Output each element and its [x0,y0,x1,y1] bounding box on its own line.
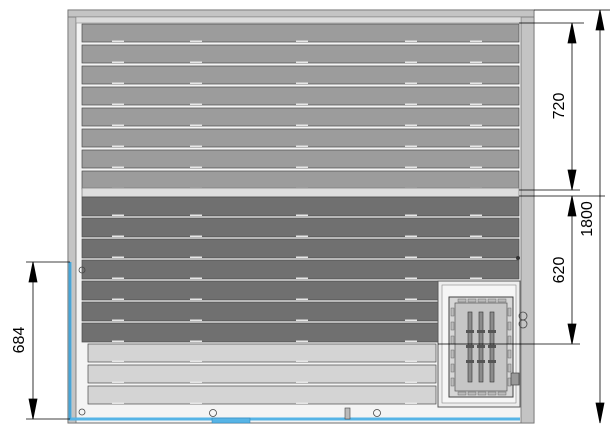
lower-bench-slat [81,259,520,280]
floor-slat [87,364,437,384]
upper-bench-slat [81,44,520,64]
floor-slat [87,385,437,405]
upper-bench-slat [81,170,520,190]
dimension-684-label: 684 [11,327,28,354]
dimension-720-label: 720 [551,93,568,120]
floor-slat [87,343,437,363]
sauna-plan-drawing: 720 620 1800 684 [11,9,610,424]
upper-bench-slat [81,86,520,106]
upper-bench-slat [81,128,520,148]
floor-slats [87,343,482,405]
dimension-620-label: 620 [551,257,568,284]
upper-bench-slat [81,65,520,85]
lower-bench-slat [81,238,520,259]
upper-bench-slat [81,149,520,169]
bench-rail [81,187,520,198]
lower-bench-slat [81,217,520,238]
dimension-1800-label: 1800 [579,201,596,237]
lower-bench-slat [81,196,520,217]
upper-bench-slat [81,107,520,127]
upper-bench-slat [81,23,520,43]
